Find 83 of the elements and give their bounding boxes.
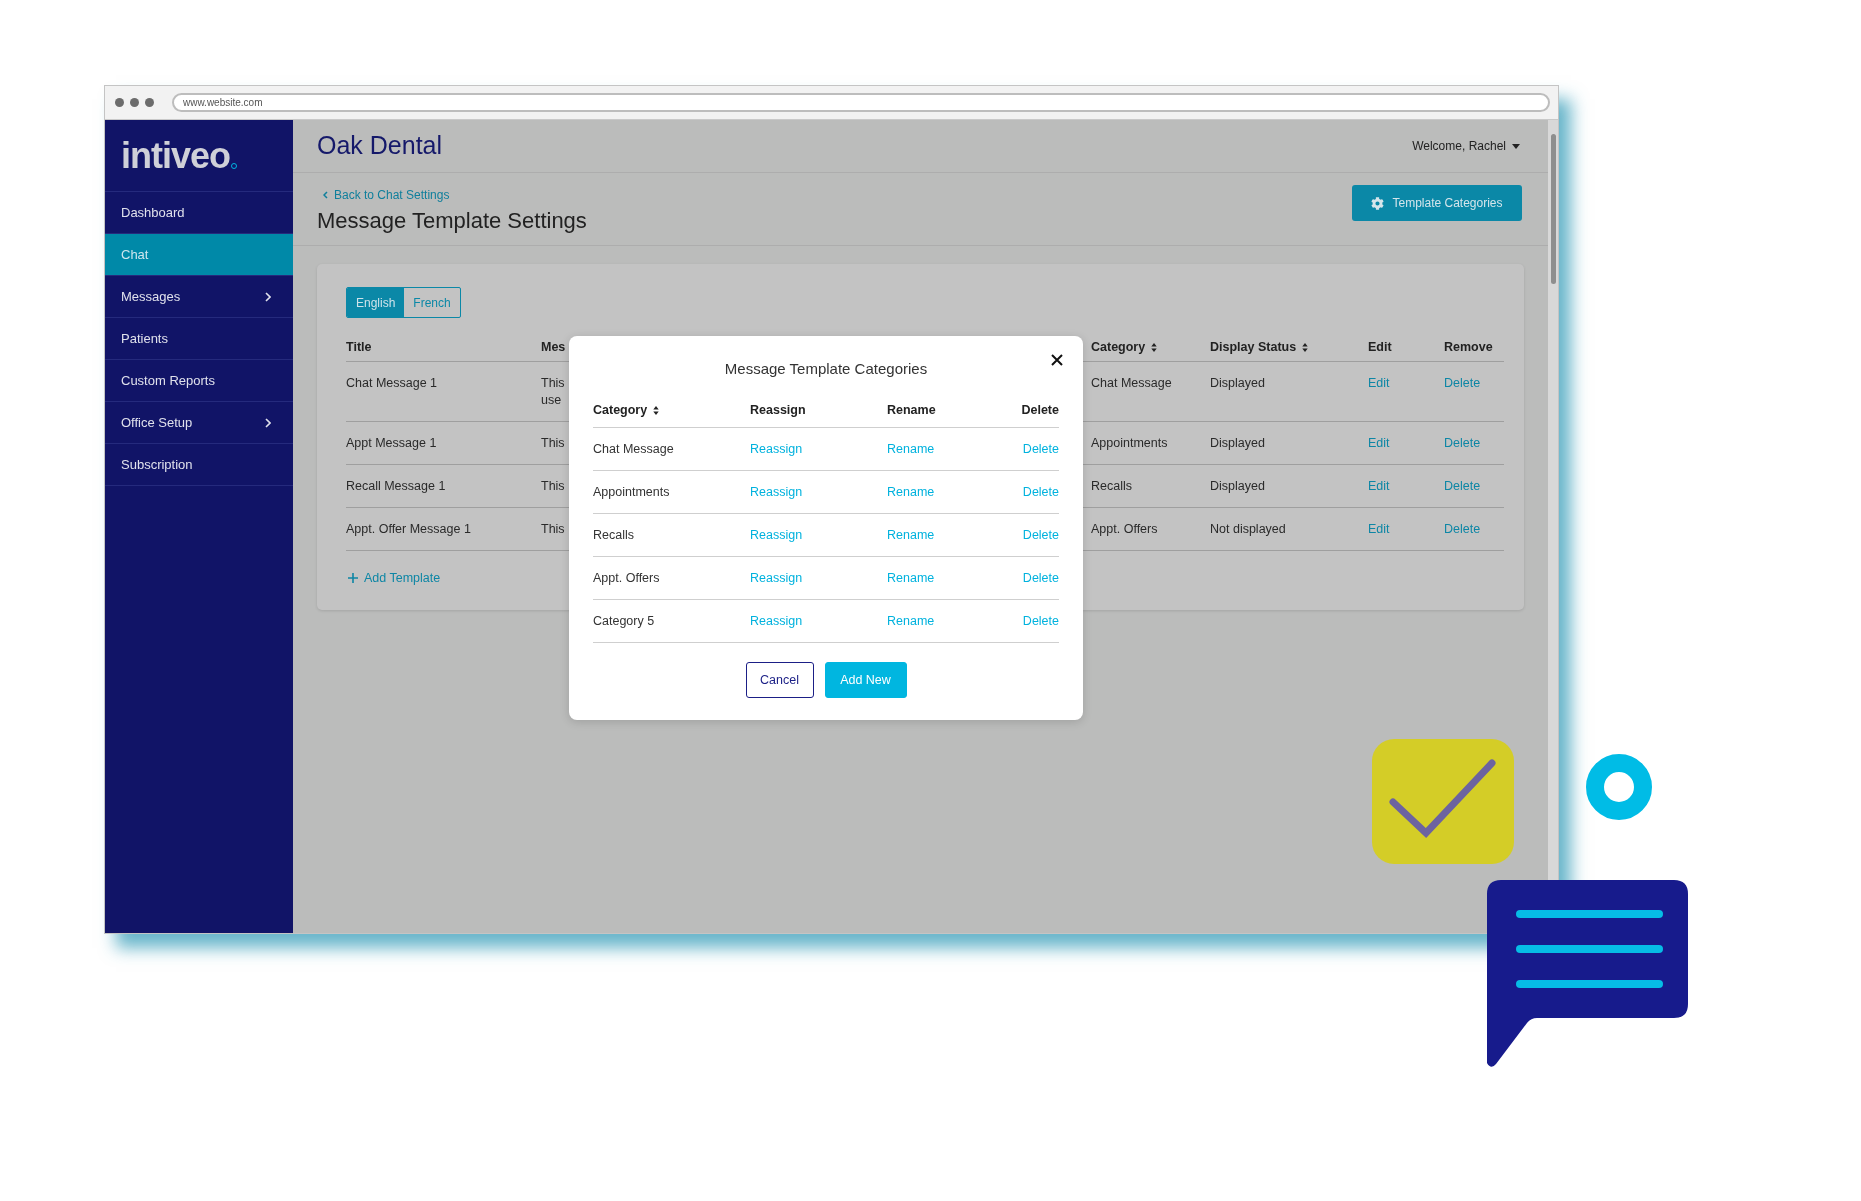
table-cell: Recalls bbox=[1091, 479, 1132, 493]
table-cell: Recall Message 1 bbox=[346, 479, 446, 493]
template-categories-button[interactable]: Template Categories bbox=[1352, 185, 1522, 221]
table-cell: This bbox=[541, 435, 565, 452]
scrollbar-thumb[interactable] bbox=[1550, 134, 1556, 284]
delete-link[interactable]: Delete bbox=[1444, 522, 1481, 536]
table-cell: Appt Message 1 bbox=[346, 436, 437, 450]
practice-name: Oak Dental bbox=[317, 130, 443, 162]
chevron-right-icon bbox=[265, 291, 271, 302]
sort-icon[interactable] bbox=[653, 406, 660, 415]
edit-link[interactable]: Edit bbox=[1368, 436, 1390, 450]
table-cell: Displayed bbox=[1210, 376, 1265, 390]
reassign-link[interactable]: Reassign bbox=[750, 484, 803, 499]
reassign-link[interactable]: Reassign bbox=[750, 570, 803, 585]
column-header: Title bbox=[346, 338, 372, 356]
reassign-link[interactable]: Reassign bbox=[750, 613, 803, 628]
table-cell: Appointments bbox=[1091, 436, 1168, 450]
column-header[interactable]: Display Status bbox=[1210, 337, 1309, 357]
delete-link[interactable]: Delete bbox=[1022, 482, 1059, 502]
add-template-link[interactable]: Add Template bbox=[348, 569, 441, 587]
table-cell: Chat Message bbox=[1091, 376, 1172, 390]
rename-link[interactable]: Rename bbox=[887, 484, 935, 499]
delete-link[interactable]: Delete bbox=[1444, 436, 1481, 450]
logo-text: intiveo bbox=[121, 135, 230, 176]
delete-link[interactable]: Delete bbox=[1444, 376, 1481, 390]
table-cell: Recalls bbox=[593, 527, 634, 542]
caret-icon bbox=[1512, 143, 1520, 149]
sidebar-item[interactable]: Chat bbox=[105, 234, 293, 276]
close-icon[interactable] bbox=[1051, 354, 1063, 366]
table-cell: Category 5 bbox=[593, 613, 655, 628]
sort-icon[interactable] bbox=[1302, 342, 1309, 352]
column-header: Rename bbox=[887, 402, 936, 420]
gear-icon bbox=[1371, 196, 1385, 210]
rename-link[interactable]: Rename bbox=[887, 613, 935, 628]
plus-icon bbox=[348, 573, 358, 583]
edit-link[interactable]: Edit bbox=[1368, 376, 1390, 390]
edit-link[interactable]: Edit bbox=[1368, 479, 1390, 493]
chevron-right-icon bbox=[265, 417, 271, 428]
table-cell: Appt. Offer Message 1 bbox=[346, 522, 471, 536]
delete-link[interactable]: Delete bbox=[1022, 611, 1059, 631]
sort-icon[interactable] bbox=[1151, 342, 1158, 352]
add-new-button[interactable]: Add New bbox=[824, 662, 907, 698]
table-cell: Appt. Offers bbox=[593, 570, 660, 585]
rename-link[interactable]: Rename bbox=[887, 570, 935, 585]
column-header[interactable]: Category bbox=[1091, 337, 1158, 357]
delete-link[interactable]: Delete bbox=[1444, 479, 1481, 493]
user-menu[interactable]: Welcome, Rachel bbox=[1412, 137, 1520, 155]
column-header: Reassign bbox=[750, 402, 806, 420]
table-cell: Appt. Offers bbox=[1091, 522, 1158, 536]
dialog-title: Message Template Categories bbox=[724, 359, 928, 379]
table-cell: Appointments bbox=[593, 484, 670, 499]
checkmark-tile-icon bbox=[1372, 739, 1514, 864]
ring-icon bbox=[1586, 754, 1652, 820]
delete-link[interactable]: Delete bbox=[1022, 525, 1059, 545]
language-tab[interactable]: French bbox=[404, 288, 460, 317]
column-header: Edit bbox=[1368, 338, 1392, 356]
reassign-link[interactable]: Reassign bbox=[750, 441, 803, 456]
chat-bubble-icon bbox=[1487, 880, 1688, 1068]
rename-link[interactable]: Rename bbox=[887, 527, 935, 542]
table-cell: This bbox=[541, 521, 565, 538]
table-cell: Displayed bbox=[1210, 479, 1265, 493]
scrollbar[interactable] bbox=[1548, 120, 1558, 878]
rename-link[interactable]: Rename bbox=[887, 441, 935, 456]
column-header: Remove bbox=[1444, 338, 1493, 356]
table-cell: This bbox=[541, 478, 565, 495]
chevron-left-icon bbox=[323, 191, 328, 199]
column-header: Mes bbox=[541, 338, 566, 356]
page-title: Message Template Settings bbox=[317, 207, 587, 235]
column-header[interactable]: Category bbox=[593, 401, 660, 420]
back-link[interactable]: Back to Chat Settings bbox=[317, 187, 587, 203]
delete-link[interactable]: Delete bbox=[1022, 439, 1059, 459]
cancel-button[interactable]: Cancel bbox=[745, 662, 814, 698]
edit-link[interactable]: Edit bbox=[1368, 522, 1390, 536]
reassign-link[interactable]: Reassign bbox=[750, 527, 803, 542]
column-header: Delete bbox=[1021, 402, 1059, 420]
table-cell: Chat Message bbox=[593, 441, 674, 456]
address-bar[interactable]: www.website.com bbox=[172, 93, 1550, 112]
table-cell: Not displayed bbox=[1210, 522, 1286, 536]
delete-link[interactable]: Delete bbox=[1022, 568, 1059, 588]
table-cell: This use bbox=[541, 375, 565, 409]
table-cell: Chat Message 1 bbox=[346, 376, 438, 390]
language-tab[interactable]: English bbox=[347, 288, 405, 317]
table-cell: Displayed bbox=[1210, 436, 1265, 450]
